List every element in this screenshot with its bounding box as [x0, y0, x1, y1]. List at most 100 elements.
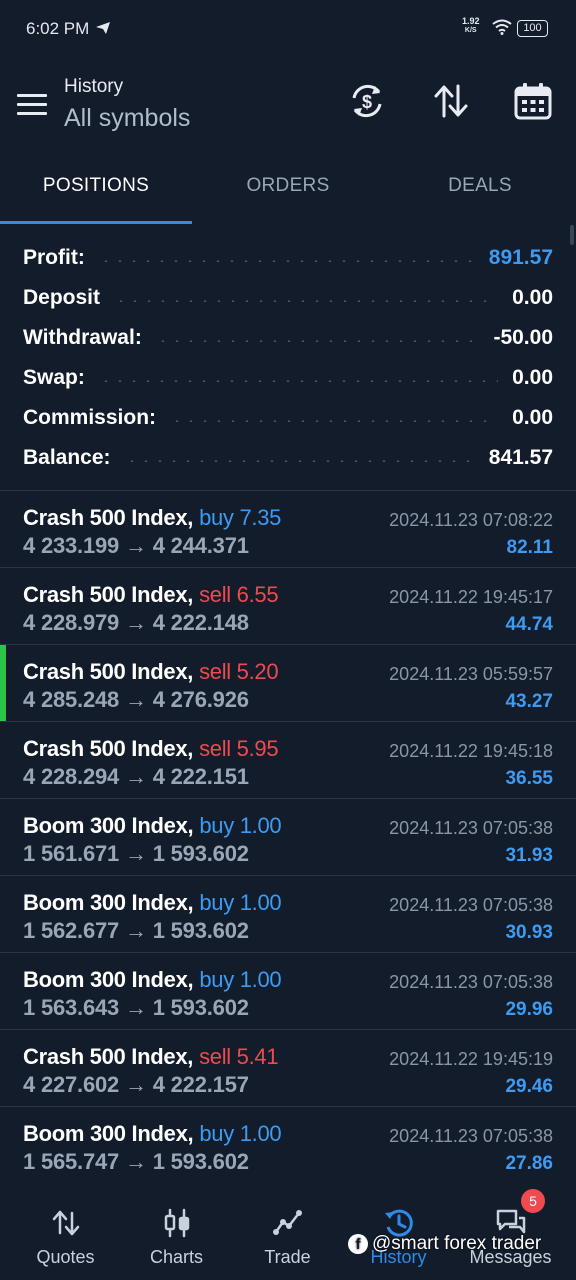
- position-side-volume: sell 5.41: [199, 1044, 279, 1069]
- position-row[interactable]: Boom 300 Index, buy 1.00 1 562.677 → 1 593…: [0, 875, 576, 952]
- nav-quotes[interactable]: Quotes: [8, 1195, 123, 1280]
- menu-icon[interactable]: [14, 86, 50, 122]
- tab-orders[interactable]: ORDERS: [192, 150, 384, 222]
- position-profit: 31.93: [505, 845, 553, 866]
- position-profit: 27.86: [505, 1153, 553, 1174]
- position-symbol: Boom 300 Index, buy 1.00: [23, 813, 282, 839]
- summary-row-withdrawal: Withdrawal: -50.00: [0, 318, 576, 358]
- dotted-leader: [170, 420, 499, 422]
- summary-value: 0.00: [512, 366, 553, 389]
- nav-label: Trade: [264, 1247, 311, 1267]
- position-side-volume: sell 6.55: [199, 582, 279, 607]
- dotted-leader: [98, 380, 499, 382]
- position-time: 2024.11.22 19:45:19: [389, 1049, 553, 1069]
- symbol-name: Boom 300 Index,: [23, 967, 194, 992]
- position-profit: 30.93: [505, 922, 553, 943]
- position-profit: 43.27: [505, 691, 553, 712]
- position-profit: 36.55: [505, 768, 553, 789]
- summary-label: Balance:: [23, 446, 111, 469]
- watermark-text: @smart forex trader: [372, 1233, 542, 1254]
- position-row[interactable]: Crash 500 Index, sell 5.20 4 285.248 → 4 2…: [0, 644, 576, 721]
- position-time: 2024.11.22 19:45:17: [389, 587, 553, 607]
- position-side-volume: sell 5.20: [199, 659, 279, 684]
- summary-row-commission: Commission: 0.00: [0, 398, 576, 438]
- position-time: 2024.11.23 07:05:38: [389, 1126, 553, 1146]
- position-profit: 29.96: [505, 999, 553, 1020]
- symbol-name: Crash 500 Index,: [23, 505, 194, 530]
- network-speed: 1.92 K/S: [462, 17, 480, 35]
- sort-icon[interactable]: [430, 80, 472, 122]
- position-prices: 1 562.677 → 1 593.602: [23, 918, 249, 943]
- history-tabs: POSITIONS ORDERS DEALS: [0, 150, 576, 225]
- nav-label: Quotes: [36, 1247, 95, 1267]
- position-row[interactable]: Crash 500 Index, sell 6.55 4 228.979 → 4 2…: [0, 567, 576, 644]
- symbol-name: Boom 300 Index,: [23, 813, 194, 838]
- summary-value: 891.57: [488, 246, 553, 269]
- app-header: History All symbols $: [0, 60, 576, 150]
- symbol-name: Crash 500 Index,: [23, 1044, 194, 1069]
- summary-label: Profit:: [23, 246, 85, 269]
- summary-label: Commission:: [23, 406, 157, 429]
- position-symbol: Boom 300 Index, buy 1.00: [23, 967, 282, 993]
- position-side-volume: sell 5.95: [199, 736, 279, 761]
- tab-positions[interactable]: POSITIONS: [0, 150, 192, 222]
- position-prices: 1 561.671 → 1 593.602: [23, 841, 249, 866]
- nav-trade[interactable]: Trade: [230, 1195, 345, 1280]
- dotted-leader: [114, 300, 499, 302]
- symbol-name: Crash 500 Index,: [23, 659, 194, 684]
- position-prices: 1 563.643 → 1 593.602: [23, 995, 249, 1020]
- nav-charts[interactable]: Charts: [119, 1195, 234, 1280]
- mt5-history-screen: 6:02 PM 1.92 K/S 100 History All symbols: [0, 0, 576, 1280]
- summary-panel: Profit: 891.57 Deposit 0.00 Withdrawal: …: [0, 238, 576, 478]
- trade-icon: [272, 1210, 302, 1235]
- position-row[interactable]: Crash 500 Index, sell 5.41 4 227.602 → 4 2…: [0, 1029, 576, 1106]
- currency-refresh-icon[interactable]: $: [346, 80, 388, 122]
- symbol-name: Crash 500 Index,: [23, 736, 194, 761]
- position-side-volume: buy 1.00: [199, 1121, 282, 1146]
- position-row[interactable]: Crash 500 Index, buy 7.35 4 233.199 → 4 24…: [0, 490, 576, 567]
- position-profit: 29.46: [505, 1076, 553, 1097]
- position-prices: 4 228.294 → 4 222.151: [23, 764, 249, 789]
- position-symbol: Crash 500 Index, buy 7.35: [23, 505, 281, 531]
- summary-row-profit: Profit: 891.57: [0, 238, 576, 278]
- telegram-send-icon: [95, 21, 111, 40]
- tab-deals[interactable]: DEALS: [384, 150, 576, 222]
- position-time: 2024.11.23 07:05:38: [389, 818, 553, 838]
- wifi-icon: [492, 19, 512, 40]
- nav-label: Charts: [149, 1247, 203, 1267]
- facebook-logo-icon: f: [348, 1234, 368, 1254]
- summary-value: 0.00: [512, 406, 553, 429]
- position-profit: 82.11: [506, 537, 554, 558]
- position-time: 2024.11.23 07:05:38: [389, 895, 553, 915]
- summary-row-swap: Swap: 0.00: [0, 358, 576, 398]
- position-side-volume: buy 7.35: [199, 505, 282, 530]
- position-time: 2024.11.23 05:59:57: [389, 664, 553, 684]
- summary-label: Swap:: [23, 366, 85, 389]
- position-row[interactable]: Boom 300 Index, buy 1.00 1 561.671 → 1 593…: [0, 798, 576, 875]
- unread-badge: 5: [521, 1189, 545, 1213]
- summary-value: 0.00: [512, 286, 553, 309]
- symbol-filter[interactable]: All symbols: [64, 104, 190, 133]
- position-row[interactable]: Crash 500 Index, sell 5.95 4 228.294 → 4 2…: [0, 721, 576, 798]
- position-symbol: Crash 500 Index, sell 5.41: [23, 1044, 279, 1070]
- calendar-icon[interactable]: [512, 80, 554, 122]
- positions-list: Crash 500 Index, buy 7.35 4 233.199 → 4 24…: [0, 490, 576, 1183]
- position-row[interactable]: Boom 300 Index, buy 1.00 1 565.747 → 1 593…: [0, 1106, 576, 1183]
- position-time: 2024.11.23 07:08:22: [389, 510, 553, 530]
- network-speed-value: 1.92: [462, 16, 480, 26]
- symbol-name: Boom 300 Index,: [23, 1121, 194, 1146]
- summary-value: 841.57: [488, 446, 553, 469]
- symbol-name: Crash 500 Index,: [23, 582, 194, 607]
- position-symbol: Boom 300 Index, buy 1.00: [23, 890, 282, 916]
- dotted-leader: [124, 460, 475, 462]
- position-symbol: Boom 300 Index, buy 1.00: [23, 1121, 282, 1147]
- watermark: f @smart forex trader: [348, 1229, 541, 1259]
- position-row[interactable]: Boom 300 Index, buy 1.00 1 563.643 → 1 593…: [0, 952, 576, 1029]
- charts-icon: [164, 1208, 189, 1238]
- status-time: 6:02 PM: [26, 19, 90, 38]
- position-time: 2024.11.23 07:05:38: [389, 972, 553, 992]
- position-symbol: Crash 500 Index, sell 5.20: [23, 659, 279, 685]
- position-prices: 4 227.602 → 4 222.157: [23, 1072, 249, 1097]
- position-time: 2024.11.22 19:45:18: [389, 741, 553, 761]
- position-prices: 1 565.747 → 1 593.602: [23, 1149, 249, 1174]
